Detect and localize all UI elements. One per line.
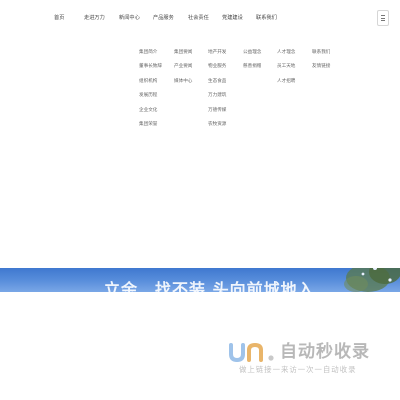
- submenu-link[interactable]: 人才招聘: [277, 79, 295, 94]
- submenu-link[interactable]: 农牧资源: [208, 122, 226, 137]
- hamburger-icon-bar: [381, 20, 385, 21]
- hamburger-icon: [381, 15, 385, 16]
- watermark-title: 自动秒收录: [280, 342, 370, 362]
- submenu-link[interactable]: 员工天地: [277, 65, 295, 79]
- submenu-link[interactable]: 企业文化: [139, 108, 162, 123]
- brand-logo-icon: [229, 342, 274, 363]
- submenu-products: 地产开发 物业服务 生态食品 万力建筑 万德传媒 农牧资源: [208, 50, 226, 137]
- watermark: 自动秒收录 做上链接一来访一次一自动收录: [227, 341, 397, 381]
- nav-item-about[interactable]: 走进万力: [84, 14, 105, 21]
- nav-item-party[interactable]: 党建建设: [222, 14, 243, 21]
- submenu-party: 人才理念 员工天地 人才招聘: [277, 50, 295, 94]
- mega-menu: 集团简介 董事长致辞 组织机构 发展历程 企业文化 集团荣誉 集团要闻 产业要闻…: [0, 36, 400, 268]
- nav-item-contact[interactable]: 联系我们: [256, 14, 277, 21]
- submenu-link[interactable]: 组织机构: [139, 79, 162, 94]
- tree-image: [344, 268, 400, 292]
- submenu-link[interactable]: 生态食品: [208, 79, 226, 94]
- submenu-link[interactable]: 产业要闻: [174, 65, 192, 79]
- banner-title: 立余…找不装 头向前城地入: [104, 280, 315, 293]
- submenu-contact: 联系我们 友情链接: [312, 50, 330, 80]
- nav-item-home[interactable]: 首页: [54, 14, 64, 21]
- menu-toggle-button[interactable]: [377, 10, 389, 26]
- submenu-link[interactable]: 慈善捐赠: [243, 65, 261, 79]
- nav-item-responsibility[interactable]: 社会责任: [188, 14, 209, 21]
- hero-banner: 立余…找不装 头向前城地入: [0, 268, 400, 292]
- submenu-link[interactable]: 万力建筑: [208, 93, 226, 108]
- nav-item-news[interactable]: 新闻中心: [119, 14, 140, 21]
- submenu-news: 集团要闻 产业要闻 媒体中心: [174, 50, 192, 94]
- submenu-link[interactable]: 集团荣誉: [139, 122, 162, 137]
- submenu-about: 集团简介 董事长致辞 组织机构 发展历程 企业文化 集团荣誉: [139, 50, 162, 137]
- submenu-responsibility: 公益理念 慈善捐赠: [243, 50, 261, 80]
- submenu-link[interactable]: 物业服务: [208, 65, 226, 79]
- top-navigation-bar: 首页 走进万力 新闻中心 产品服务 社会责任 党建建设 联系我们: [0, 0, 400, 37]
- submenu-link[interactable]: 媒体中心: [174, 79, 192, 94]
- submenu-link[interactable]: 友情链接: [312, 65, 330, 79]
- nav-item-products[interactable]: 产品服务: [153, 14, 174, 21]
- hamburger-icon-bar: [381, 17, 385, 19]
- submenu-link[interactable]: 万德传媒: [208, 108, 226, 123]
- watermark-subtitle: 做上链接一来访一次一自动收录: [239, 365, 357, 374]
- submenu-link[interactable]: 发展历程: [139, 93, 162, 108]
- submenu-link[interactable]: 董事长致辞: [139, 65, 162, 79]
